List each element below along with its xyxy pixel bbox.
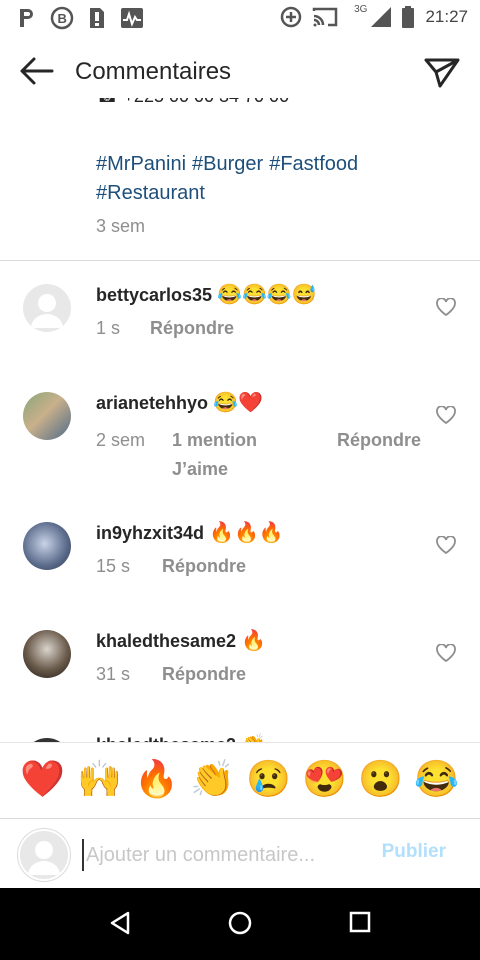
reply-button[interactable]: Répondre <box>162 664 246 685</box>
comment-item: khaledthesame2 👏 <box>0 724 480 742</box>
emoji-surprised[interactable]: 😮 <box>358 757 403 801</box>
heart-icon[interactable] <box>436 406 456 424</box>
hashtag[interactable]: #Restaurant <box>96 182 205 204</box>
like-count[interactable]: 1 mention J’aime <box>172 426 282 484</box>
comment-time: 2 sem <box>96 430 146 450</box>
comment-time: 15 s <box>96 556 131 576</box>
emoji-red-heart[interactable]: ❤️ <box>20 757 65 801</box>
comment-item: in9yhzxit34d 🔥🔥🔥 15 s Répondre <box>0 508 480 608</box>
comment-composer: Publier <box>0 818 480 889</box>
reply-button[interactable]: Répondre <box>162 556 246 577</box>
status-left-icons: B <box>18 6 144 30</box>
comment-item: bettycarlos35 😂😂😂😅 1 s Répondre <box>0 270 480 370</box>
caption-timestamp: 3 sem <box>96 216 146 236</box>
comment-username[interactable]: khaledthesame2 🔥 <box>96 628 266 653</box>
emoji-heart-eyes[interactable]: 😍 <box>302 757 347 801</box>
avatar[interactable] <box>23 522 71 570</box>
pulse-graph-icon <box>121 8 143 28</box>
android-navigation-bar <box>0 888 480 960</box>
b-circle-icon: B <box>50 6 74 30</box>
status-right-icons: 3G 21:27 <box>280 3 468 28</box>
avatar[interactable] <box>23 630 71 678</box>
comment-item: khaledthesame2 🔥 31 s Répondre <box>0 616 480 716</box>
comment-text: 🔥 <box>241 630 266 652</box>
comment-text: 👏 <box>241 734 266 742</box>
clock: 21:27 <box>425 7 468 26</box>
comment-text: 😂😂😂😅 <box>217 284 317 306</box>
reply-button[interactable]: Répondre <box>337 426 422 455</box>
emoji-crying-face[interactable]: 😢 <box>246 757 291 801</box>
comment-username[interactable]: khaledthesame2 👏 <box>96 732 266 742</box>
comment-time: 1 s <box>96 318 121 338</box>
heart-icon[interactable] <box>436 298 456 316</box>
heart-icon[interactable] <box>436 536 456 554</box>
data-saver-icon <box>280 6 302 28</box>
publish-button[interactable]: Publier <box>382 841 446 863</box>
comment-input[interactable] <box>82 839 358 871</box>
page-title: Commentaires <box>75 58 232 85</box>
send-direct-icon[interactable] <box>424 56 460 88</box>
hashtag[interactable]: #Burger <box>192 153 263 175</box>
user-avatar <box>18 829 70 881</box>
comment-username[interactable]: arianetehhyo 😂❤️ <box>96 390 263 415</box>
avatar[interactable] <box>23 392 71 440</box>
comment-text: 🔥🔥🔥 <box>209 522 284 544</box>
nav-home-icon[interactable] <box>227 910 253 936</box>
caption-contact-line: ☎ +225 00 00 34 70 00 <box>96 98 289 107</box>
hashtag-list: #MrPanini #Burger #Fastfood #Restaurant <box>96 150 436 208</box>
cast-icon <box>312 7 338 27</box>
reply-button[interactable]: Répondre <box>150 318 234 339</box>
hashtag[interactable]: #MrPanini <box>96 153 186 175</box>
nav-recents-icon[interactable] <box>348 910 372 934</box>
comment-time: 31 s <box>96 664 131 684</box>
svg-text:B: B <box>58 11 67 26</box>
emoji-reaction-bar: ❤️ 🙌 🔥 👏 😢 😍 😮 😂 <box>0 742 480 818</box>
avatar[interactable] <box>23 284 71 332</box>
emoji-fire[interactable]: 🔥 <box>134 757 179 801</box>
default-avatar-icon <box>31 294 63 328</box>
nav-back-icon[interactable] <box>108 910 132 936</box>
sim-card-icon <box>90 8 104 28</box>
divider <box>0 260 480 261</box>
emoji-tears-of-joy[interactable]: 😂 <box>414 757 459 801</box>
status-bar: B 3G 21:27 <box>0 0 480 36</box>
post-caption: ☎ +225 00 00 34 70 00 #MrPanini #Burger #F… <box>0 98 480 260</box>
header: Commentaires <box>0 44 480 100</box>
hashtag[interactable]: #Fastfood <box>269 153 358 175</box>
network-type: 3G <box>354 3 368 15</box>
comment-username[interactable]: bettycarlos35 😂😂😂😅 <box>96 282 317 307</box>
comment-text: 😂❤️ <box>213 392 263 414</box>
default-avatar-icon <box>28 841 60 875</box>
battery-icon <box>402 6 415 28</box>
heart-icon[interactable] <box>436 644 456 662</box>
comment-username[interactable]: in9yhzxit34d 🔥🔥🔥 <box>96 520 284 545</box>
emoji-clapping[interactable]: 👏 <box>190 757 235 801</box>
signal-icon <box>371 7 392 27</box>
emoji-raising-hands[interactable]: 🙌 <box>77 757 122 801</box>
parking-p-icon <box>20 9 33 27</box>
back-arrow-icon[interactable] <box>18 56 54 86</box>
comment-item: arianetehhyo 😂❤️ 2 sem 1 mention J’aime … <box>0 378 480 488</box>
